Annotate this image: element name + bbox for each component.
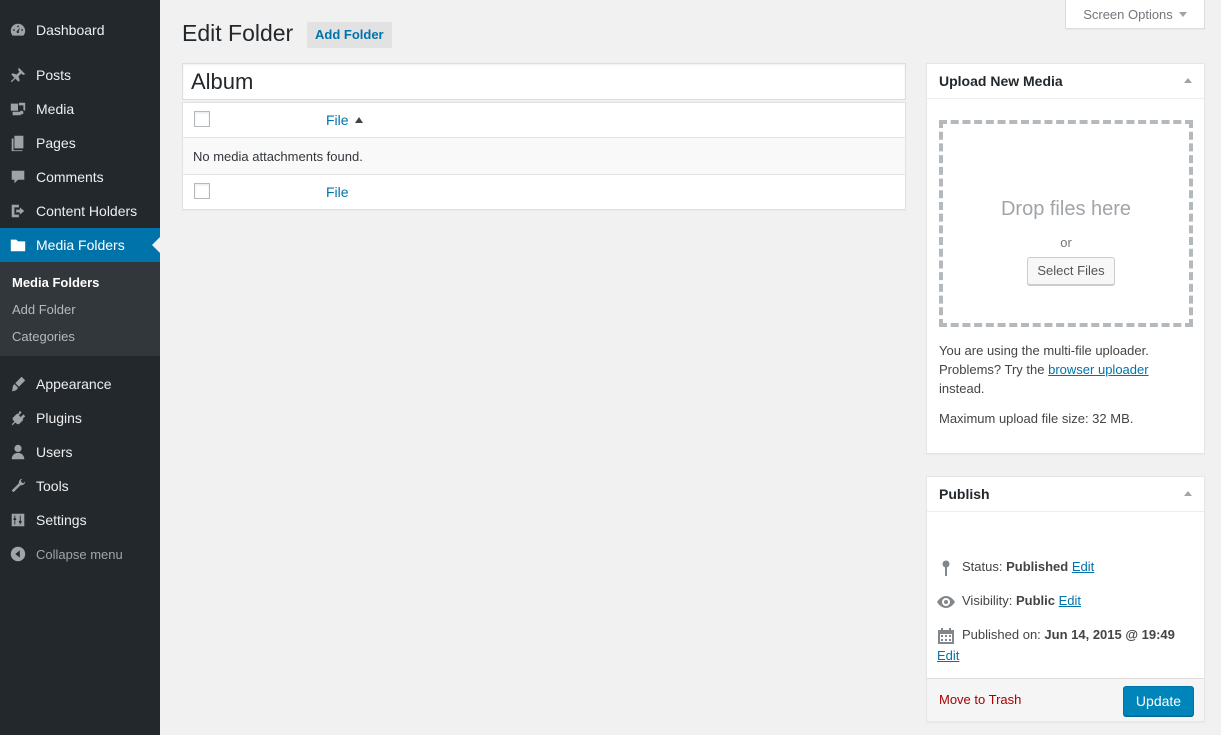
sidebar-item-label: Tools — [36, 478, 69, 494]
sidebar-item-label: Posts — [36, 67, 72, 83]
sort-ascending-icon — [354, 117, 363, 123]
sidebar-item-label: Media Folders — [36, 237, 125, 253]
collapse-menu-label: Collapse menu — [36, 546, 123, 562]
sidebar-item-pages[interactable]: Pages — [0, 126, 160, 160]
move-to-trash-link[interactable]: Move to Trash — [939, 692, 1021, 707]
uploader-info: You are using the multi-file uploader. P… — [939, 341, 1197, 398]
sidebar-item-appearance[interactable]: Appearance — [0, 367, 160, 401]
update-button[interactable]: Update — [1123, 686, 1194, 716]
publish-actions: Move to Trash Update — [927, 678, 1204, 721]
media-icon — [8, 99, 28, 119]
publish-box: Publish Status: Published Edit Visibilit… — [926, 476, 1205, 722]
publish-box-header: Publish — [927, 477, 1204, 512]
eye-icon — [937, 593, 955, 611]
sidebar-item-media-folders[interactable]: Media Folders — [0, 228, 160, 262]
sliders-icon — [8, 510, 28, 530]
uploader-info-suffix: instead. — [939, 381, 985, 396]
select-all-checkbox[interactable] — [194, 111, 210, 127]
media-attachments-table: File No media attachments found. File — [182, 102, 906, 210]
sidebar-item-posts[interactable]: Posts — [0, 58, 160, 92]
empty-message: No media attachments found. — [193, 148, 363, 164]
sidebar-item-label: Media — [36, 101, 75, 117]
sidebar-item-tools[interactable]: Tools — [0, 469, 160, 503]
upload-box-header: Upload New Media — [927, 64, 1204, 99]
sidebar-item-label: Plugins — [36, 410, 82, 426]
sidebar-item-comments[interactable]: Comments — [0, 160, 160, 194]
collapse-menu-button[interactable]: Collapse menu — [0, 537, 160, 571]
media-folders-submenu: Media Folders Add Folder Categories — [0, 262, 160, 356]
sidebar-item-content-holders[interactable]: Content Holders — [0, 194, 160, 228]
visibility-row: Visibility: Public Edit — [937, 593, 1081, 611]
pages-icon — [8, 133, 28, 153]
table-footer-row: File — [183, 174, 905, 209]
file-column-header[interactable]: File — [326, 112, 363, 128]
exit-icon — [8, 201, 28, 221]
browser-uploader-link[interactable]: browser uploader — [1048, 362, 1148, 377]
page-title: Edit Folder — [182, 20, 294, 46]
sidebar-item-label: Settings — [36, 512, 87, 528]
visibility-label: Visibility: — [962, 593, 1013, 608]
brush-icon — [8, 374, 28, 394]
sidebar-item-label: Dashboard — [36, 22, 105, 38]
plug-icon — [8, 408, 28, 428]
max-upload-size: Maximum upload file size: 32 MB. — [939, 411, 1134, 426]
published-on-label: Published on: — [962, 627, 1041, 642]
edit-visibility-link[interactable]: Edit — [1059, 593, 1081, 608]
status-label: Status: — [962, 559, 1003, 574]
select-all-checkbox-footer[interactable] — [194, 183, 210, 199]
status-value: Published — [1006, 559, 1069, 574]
collapse-arrow-icon — [8, 544, 28, 564]
sidebar-item-plugins[interactable]: Plugins — [0, 401, 160, 435]
sidebar-item-label: Comments — [36, 169, 104, 185]
upload-box-title: Upload New Media — [939, 73, 1063, 89]
file-column-label: File — [326, 112, 349, 128]
screen-options-button[interactable]: Screen Options — [1065, 0, 1205, 29]
screen-options-label: Screen Options — [1083, 6, 1173, 22]
submenu-item-media-folders[interactable]: Media Folders — [0, 269, 160, 296]
sidebar-item-label: Appearance — [36, 376, 112, 392]
comment-icon — [8, 167, 28, 187]
folder-title-input[interactable] — [182, 63, 906, 100]
sidebar-item-dashboard[interactable]: Dashboard — [0, 13, 160, 47]
drop-files-text: Drop files here — [1000, 198, 1132, 220]
select-files-button[interactable]: Select Files — [1027, 257, 1115, 285]
drop-zone[interactable]: Drop files here or Select Files — [939, 120, 1193, 327]
submenu-item-categories[interactable]: Categories — [0, 323, 160, 350]
table-empty-row: No media attachments found. — [183, 138, 905, 174]
publish-box-title: Publish — [939, 486, 990, 502]
chevron-down-icon — [1178, 11, 1187, 17]
upload-media-box: Upload New Media Drop files here or Sele… — [926, 63, 1205, 454]
wrench-icon — [8, 476, 28, 496]
collapse-toggle-icon[interactable] — [1184, 491, 1192, 496]
dashboard-icon — [8, 20, 28, 40]
admin-sidebar: Dashboard Posts Media Pages Comments Con… — [0, 0, 160, 735]
status-row: Status: Published Edit — [937, 559, 1094, 577]
file-column-footer[interactable]: File — [326, 184, 349, 200]
or-text: or — [1060, 235, 1072, 250]
edit-status-link[interactable]: Edit — [1072, 559, 1094, 574]
collapse-toggle-icon[interactable] — [1184, 78, 1192, 83]
table-header-row: File — [183, 103, 905, 138]
published-on-row: Published on: Jun 14, 2015 @ 19:49 Edit — [937, 627, 1195, 663]
visibility-value: Public — [1015, 593, 1055, 608]
published-on-value: Jun 14, 2015 @ 19:49 — [1044, 627, 1175, 642]
user-icon — [8, 442, 28, 462]
sidebar-item-label: Pages — [36, 135, 76, 151]
calendar-icon — [937, 627, 955, 645]
sidebar-item-media[interactable]: Media — [0, 92, 160, 126]
sidebar-item-label: Content Holders — [36, 203, 138, 219]
submenu-item-add-folder[interactable]: Add Folder — [0, 296, 160, 323]
sidebar-item-settings[interactable]: Settings — [0, 503, 160, 537]
folder-icon — [8, 235, 28, 255]
add-folder-button[interactable]: Add Folder — [307, 22, 392, 48]
pin-icon — [8, 65, 28, 85]
edit-date-link[interactable]: Edit — [937, 648, 1195, 663]
sidebar-item-users[interactable]: Users — [0, 435, 160, 469]
pin-icon — [937, 559, 955, 577]
sidebar-item-label: Users — [36, 444, 73, 460]
